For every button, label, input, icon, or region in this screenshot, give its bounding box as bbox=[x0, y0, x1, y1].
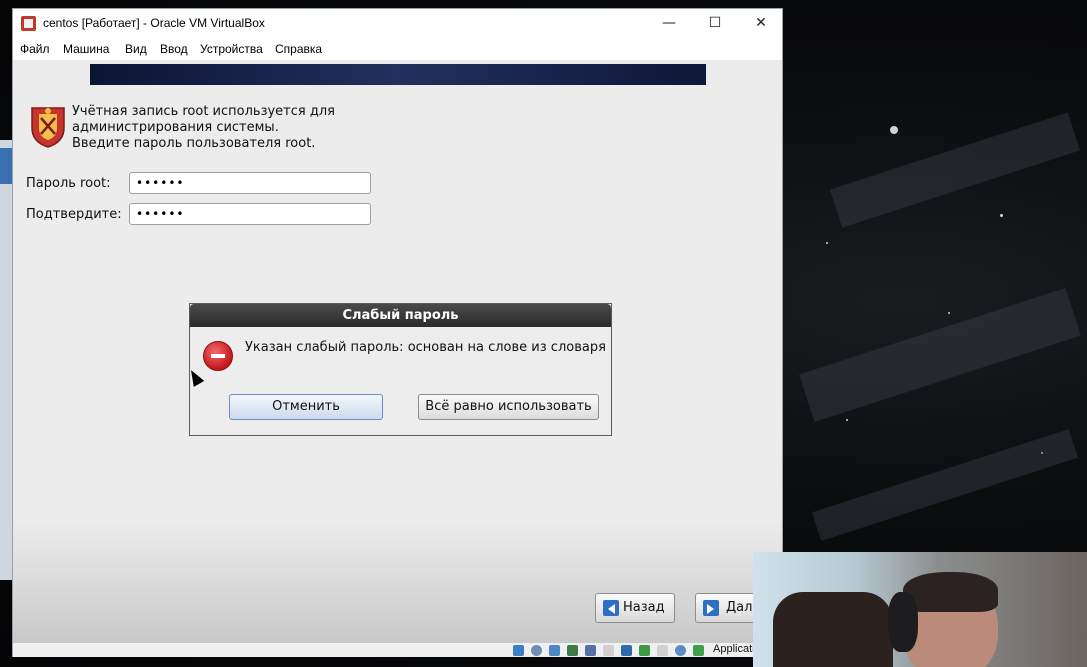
close-button[interactable]: ✕ bbox=[738, 9, 784, 38]
menu-help[interactable]: Справка bbox=[275, 42, 322, 56]
back-button-label: Назад bbox=[623, 600, 665, 615]
virtualbox-app-icon bbox=[21, 16, 36, 31]
root-password-label: Пароль root: bbox=[26, 176, 111, 191]
back-button[interactable]: Назад bbox=[595, 593, 675, 623]
background-window-accent bbox=[0, 148, 12, 184]
desktop-star bbox=[826, 242, 828, 244]
desktop-streak bbox=[799, 287, 1081, 423]
webcam-hair bbox=[903, 572, 998, 612]
title-bar[interactable]: centos [Работает] - Oracle VM VirtualBox… bbox=[13, 9, 782, 38]
info-line: администрирования системы. bbox=[72, 120, 279, 135]
mouse-integration-icon[interactable] bbox=[675, 645, 686, 656]
root-shield-icon bbox=[31, 107, 65, 148]
desktop-star bbox=[846, 419, 848, 421]
status-bar: Applicati bbox=[13, 643, 782, 657]
window-title: centos [Работает] - Oracle VM VirtualBox bbox=[43, 16, 265, 30]
dialog-message: Указан слабый пароль: основан на слове и… bbox=[245, 340, 606, 355]
recording-icon[interactable] bbox=[639, 645, 650, 656]
minimize-button[interactable]: — bbox=[646, 9, 692, 38]
root-password-field[interactable]: •••••• bbox=[129, 172, 371, 194]
webcam-chair bbox=[773, 592, 893, 667]
cancel-button[interactable]: Отменить bbox=[229, 394, 383, 420]
display-icon[interactable] bbox=[621, 645, 632, 656]
webcam-headset bbox=[888, 592, 918, 652]
info-line: Введите пароль пользователя root. bbox=[72, 136, 316, 151]
network-icon[interactable] bbox=[567, 645, 578, 656]
host-key-icon[interactable] bbox=[693, 645, 704, 656]
menu-input[interactable]: Ввод bbox=[160, 42, 188, 56]
root-info-text: Учётная запись root используется для адм… bbox=[72, 104, 335, 152]
virtualbox-window: centos [Работает] - Oracle VM VirtualBox… bbox=[12, 8, 783, 657]
confirm-password-field[interactable]: •••••• bbox=[129, 203, 371, 225]
menu-view[interactable]: Вид bbox=[125, 42, 147, 56]
host-key-text: Applicati bbox=[713, 643, 755, 655]
dialog-title[interactable]: Слабый пароль bbox=[190, 304, 611, 327]
desktop-streak bbox=[811, 429, 1079, 541]
arrow-right-icon bbox=[703, 600, 719, 616]
desktop-streak bbox=[829, 112, 1081, 228]
weak-password-dialog: Слабый пароль Указан слабый пароль: осно… bbox=[189, 303, 612, 436]
guest-screen[interactable]: Учётная запись root используется для адм… bbox=[13, 60, 782, 643]
audio-icon[interactable] bbox=[549, 645, 560, 656]
shared-folders-icon[interactable] bbox=[603, 645, 614, 656]
next-button-label: Дал bbox=[726, 600, 753, 615]
menu-bar: Файл Машина Вид Ввод Устройства Справка bbox=[13, 38, 782, 60]
menu-devices[interactable]: Устройства bbox=[200, 42, 263, 56]
webcam-overlay bbox=[753, 552, 1087, 667]
info-line: Учётная запись root используется для bbox=[72, 104, 335, 119]
error-icon bbox=[203, 341, 233, 371]
arrow-left-icon bbox=[603, 600, 619, 616]
desktop-star bbox=[1000, 214, 1003, 217]
cpu-icon[interactable] bbox=[657, 645, 668, 656]
optical-drive-icon[interactable] bbox=[531, 645, 542, 656]
desktop-star bbox=[890, 126, 898, 134]
usb-icon[interactable] bbox=[585, 645, 596, 656]
hard-disk-icon[interactable] bbox=[513, 645, 524, 656]
menu-machine[interactable]: Машина bbox=[63, 42, 109, 56]
maximize-button[interactable]: ☐ bbox=[692, 9, 738, 38]
desktop-star bbox=[948, 312, 950, 314]
installer-banner bbox=[90, 64, 706, 85]
background-window-edge bbox=[0, 140, 12, 580]
confirm-password-label: Подтвердите: bbox=[26, 207, 122, 222]
menu-file[interactable]: Файл bbox=[20, 42, 50, 56]
use-anyway-button[interactable]: Всё равно использовать bbox=[418, 394, 599, 420]
